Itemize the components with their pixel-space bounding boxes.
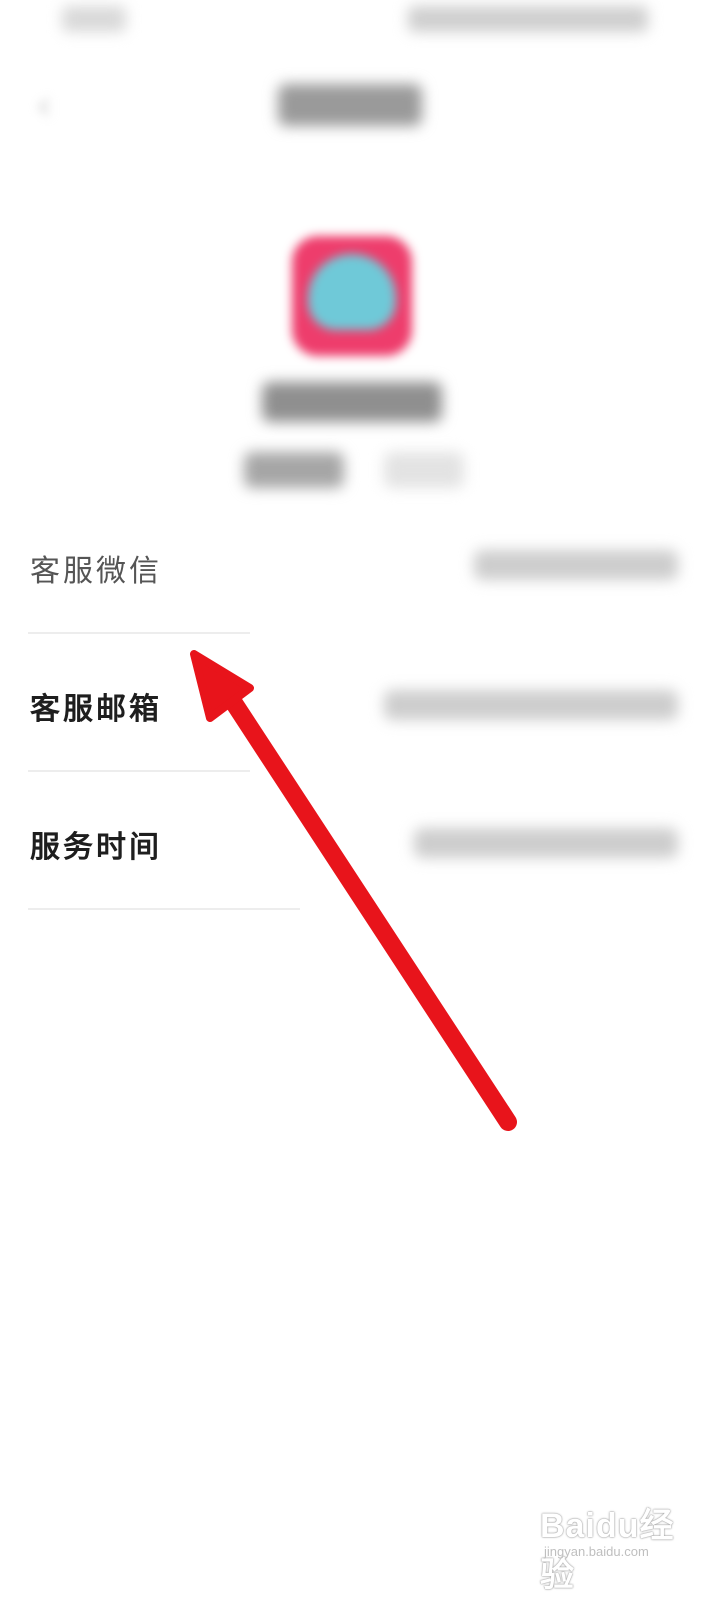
info-row-email[interactable]: 客服邮箱 bbox=[0, 636, 720, 774]
row-divider bbox=[28, 770, 250, 772]
row-label-email: 客服邮箱 bbox=[30, 692, 162, 727]
version-label bbox=[244, 452, 344, 488]
status-bar bbox=[0, 0, 720, 50]
row-divider bbox=[28, 632, 250, 634]
row-value-email bbox=[384, 690, 678, 720]
back-arrow-icon[interactable]: ‹ bbox=[36, 86, 62, 126]
header: ‹ bbox=[0, 60, 720, 150]
page-title bbox=[278, 84, 422, 126]
row-value-wechat bbox=[474, 550, 678, 580]
app-name bbox=[262, 382, 442, 422]
row-label-wechat: 客服微信 bbox=[30, 554, 162, 589]
watermark-sub: jingyan.baidu.com bbox=[544, 1544, 649, 1559]
app-logo-emblem bbox=[308, 254, 396, 330]
row-value-service-hours bbox=[414, 828, 678, 858]
version-value bbox=[384, 452, 464, 488]
row-divider bbox=[28, 908, 300, 910]
info-row-wechat[interactable]: 客服微信 bbox=[0, 498, 720, 636]
info-row-service-hours[interactable]: 服务时间 bbox=[0, 774, 720, 912]
app-logo bbox=[292, 236, 412, 356]
row-label-service-hours: 服务时间 bbox=[30, 830, 162, 865]
status-icons bbox=[408, 6, 648, 32]
status-time bbox=[62, 6, 126, 32]
baidu-watermark: Baidu经验 jingyan.baidu.com bbox=[540, 1494, 700, 1594]
